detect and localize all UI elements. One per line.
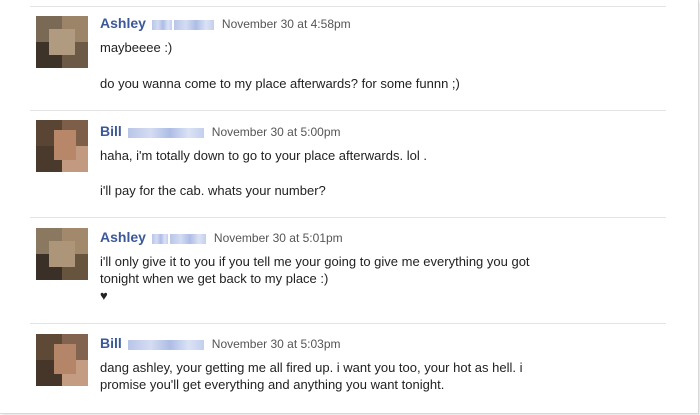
divider xyxy=(30,323,666,324)
message-text: maybeeee :) xyxy=(100,40,173,55)
timestamp[interactable]: November 30 at 4:58pm xyxy=(222,17,351,31)
message-header: Bill November 30 at 5:00pm xyxy=(100,123,341,139)
avatar[interactable] xyxy=(36,334,88,386)
message-text: do you wanna come to my place afterwards… xyxy=(100,76,460,91)
redacted-name xyxy=(151,19,172,30)
divider xyxy=(30,110,666,111)
author-link[interactable]: Ashley xyxy=(100,229,146,245)
redacted-name xyxy=(169,233,206,244)
message-header: Ashley November 30 at 5:01pm xyxy=(100,229,343,245)
author-link[interactable]: Bill xyxy=(100,335,122,351)
message-header: Ashley November 30 at 4:58pm xyxy=(100,15,351,31)
author-link[interactable]: Bill xyxy=(100,123,122,139)
message-header: Bill November 30 at 5:03pm xyxy=(100,335,341,351)
avatar[interactable] xyxy=(36,120,88,172)
message-text: haha, i'm totally down to go to your pla… xyxy=(100,148,427,163)
redacted-name xyxy=(151,233,168,244)
message-text: dang ashley, your getting me all fired u… xyxy=(100,360,523,375)
divider xyxy=(30,6,666,7)
message-text: promise you'll get everything and anythi… xyxy=(100,377,445,392)
timestamp[interactable]: November 30 at 5:03pm xyxy=(212,337,341,351)
redacted-name xyxy=(127,339,204,350)
divider xyxy=(30,217,666,218)
message-thread: Ashley November 30 at 4:58pm maybeeee :) … xyxy=(0,0,699,414)
author-link[interactable]: Ashley xyxy=(100,15,146,31)
avatar[interactable] xyxy=(36,228,88,280)
redacted-name xyxy=(173,19,214,30)
timestamp[interactable]: November 30 at 5:00pm xyxy=(212,125,341,139)
message-text: tonight when we get back to my place :) xyxy=(100,271,329,286)
heart-icon: ♥ xyxy=(100,288,108,303)
redacted-name xyxy=(127,127,204,138)
avatar[interactable] xyxy=(36,16,88,68)
message-text: i'll pay for the cab. whats your number? xyxy=(100,183,326,198)
message-text: i'll only give it to you if you tell me … xyxy=(100,254,530,269)
timestamp[interactable]: November 30 at 5:01pm xyxy=(214,231,343,245)
